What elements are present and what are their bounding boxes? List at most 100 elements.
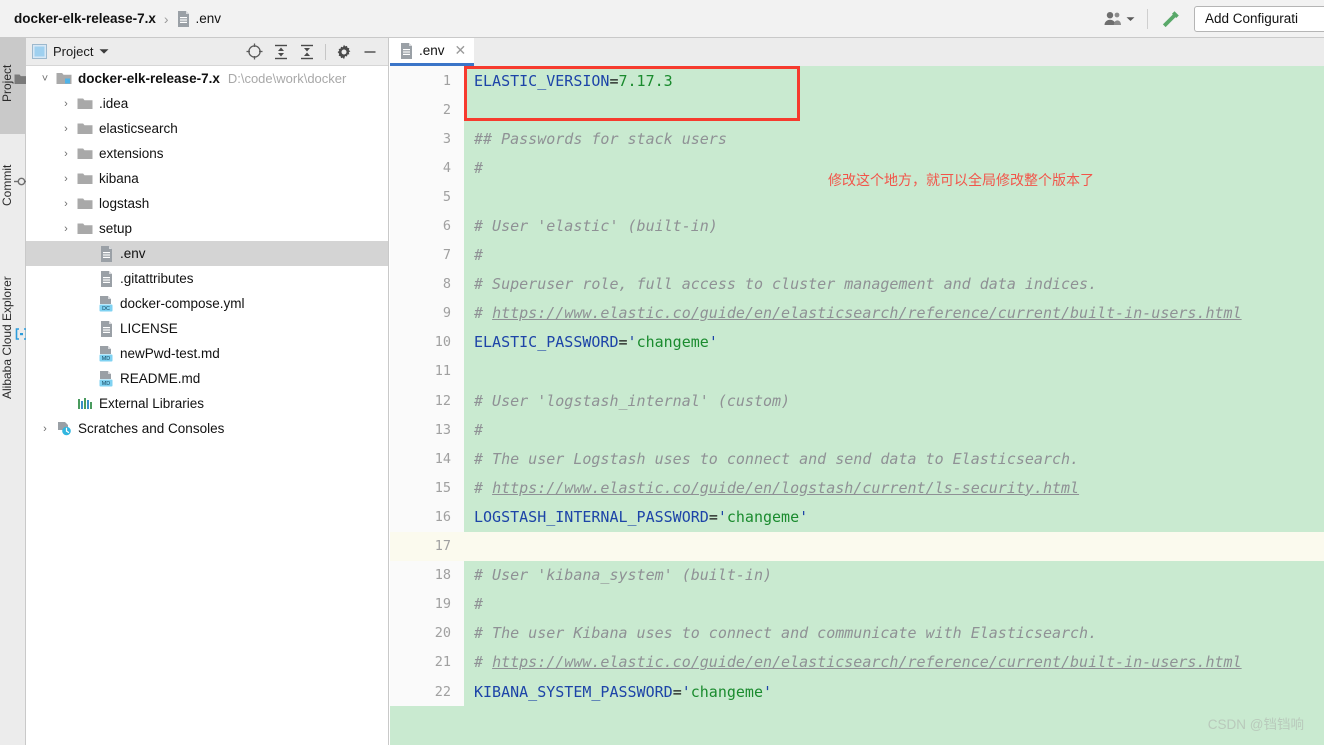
- tree-node-readme-md[interactable]: MD README.md: [26, 366, 388, 391]
- code-line[interactable]: 21 # https://www.elastic.co/guide/en/elas…: [390, 647, 1324, 677]
- code-link[interactable]: https://www.elastic.co/guide/en/elastics…: [492, 653, 1242, 671]
- code-line[interactable]: 18 # User 'kibana_system' (built-in): [390, 560, 1324, 590]
- code-line-text: # https://www.elastic.co/guide/en/elasti…: [464, 299, 1324, 328]
- breadcrumb-project[interactable]: docker-elk-release-7.x: [14, 11, 156, 26]
- tree-node-env[interactable]: .env: [26, 241, 388, 266]
- tree-node-newpwd-test-md[interactable]: MD newPwd-test.md: [26, 341, 388, 366]
- code-token-quo: ': [763, 682, 773, 701]
- code-token-eq: =: [618, 333, 628, 352]
- chevron-down-icon[interactable]: [99, 48, 109, 55]
- code-line[interactable]: 11: [390, 356, 1324, 387]
- tree-node-label: Scratches and Consoles: [78, 421, 225, 436]
- chevron-right-icon[interactable]: ›: [57, 123, 75, 135]
- editor-tab-env[interactable]: .env ✕: [390, 38, 475, 66]
- code-line[interactable]: 1 ELASTIC_VERSION = 7.17.3: [390, 66, 1324, 96]
- code-token-quo: ': [717, 507, 727, 526]
- code-line[interactable]: 16 LOGSTASH_INTERNAL_PASSWORD = ' changeme ': [390, 502, 1324, 532]
- code-token-cm: # The user Logstash uses to connect and …: [474, 449, 1080, 468]
- tree-node-kibana[interactable]: › kibana: [26, 166, 388, 191]
- code-line-text: # User 'kibana_system' (built-in): [464, 561, 1324, 590]
- share-project-button[interactable]: [1102, 8, 1137, 29]
- chevron-right-icon[interactable]: ›: [57, 148, 75, 160]
- code-line[interactable]: 2: [390, 95, 1324, 125]
- tree-node-label: LICENSE: [120, 321, 178, 336]
- line-number: 18: [390, 560, 464, 590]
- tree-node-label: README.md: [120, 371, 201, 386]
- line-number: 10: [390, 327, 464, 357]
- code-line[interactable]: 6 # User 'elastic' (built-in): [390, 211, 1324, 241]
- add-configuration-button[interactable]: Add Configurati: [1194, 5, 1324, 32]
- chevron-right-icon[interactable]: ›: [57, 173, 75, 185]
- code-token-quo: ': [708, 333, 718, 352]
- code-line[interactable]: 10 ELASTIC_PASSWORD = ' changeme ': [390, 327, 1324, 357]
- code-line[interactable]: 22 KIBANA_SYSTEM_PASSWORD = ' changeme ': [390, 676, 1324, 707]
- code-line-text: ELASTIC_VERSION = 7.17.3: [464, 66, 1324, 95]
- tool-tab-commit[interactable]: Commit: [0, 138, 29, 238]
- tool-tab-project[interactable]: Project: [0, 38, 28, 134]
- line-number: 19: [390, 589, 464, 619]
- code-link[interactable]: https://www.elastic.co/guide/en/elastics…: [492, 304, 1242, 322]
- breadcrumb-file[interactable]: .env: [196, 11, 222, 26]
- code-line[interactable]: 13 #: [390, 415, 1324, 445]
- code-line[interactable]: 14 # The user Logstash uses to connect an…: [390, 444, 1324, 474]
- code-token-quo: ': [627, 333, 637, 352]
- annotation-note: 修改这个地方，就可以全局修改整个版本了: [828, 173, 1094, 189]
- tree-node-elasticsearch[interactable]: › elasticsearch: [26, 116, 388, 141]
- tree-node-label: extensions: [99, 146, 164, 161]
- tree-node-logstash[interactable]: › logstash: [26, 191, 388, 216]
- line-number: 16: [390, 502, 464, 532]
- tree-node-path: D:\code\work\docker: [227, 71, 347, 86]
- top-bar: docker-elk-release-7.x › .env Add Config…: [0, 0, 1324, 38]
- chevron-right-icon[interactable]: ›: [57, 198, 75, 210]
- file-icon: [96, 270, 116, 287]
- code-line[interactable]: 19 #: [390, 589, 1324, 619]
- code-line[interactable]: 9 # https://www.elastic.co/guide/en/elast…: [390, 298, 1324, 328]
- chevron-right-icon[interactable]: ›: [36, 423, 54, 435]
- chevron-down-icon[interactable]: ˅: [36, 73, 54, 85]
- tree-node-label: elasticsearch: [99, 121, 178, 136]
- project-tree[interactable]: ˅ docker-elk-release-7.x D:\code\work\dock…: [26, 66, 388, 745]
- tree-node-docker-compose-yml[interactable]: DC docker-compose.yml: [26, 291, 388, 316]
- code-viewport[interactable]: 1 ELASTIC_VERSION = 7.17.3 2 3 ## Passwords fo…: [390, 66, 1324, 745]
- code-line[interactable]: 8 # Superuser role, full access to cluste…: [390, 269, 1324, 299]
- settings-gear-icon[interactable]: [336, 44, 352, 60]
- tool-tab-alibaba-cloud-explorer[interactable]: Alibaba Cloud Explorer: [0, 248, 28, 433]
- line-number: 13: [390, 415, 464, 445]
- chevron-right-icon[interactable]: ›: [57, 223, 75, 235]
- code-line-text: LOGSTASH_INTERNAL_PASSWORD = ' changeme ': [464, 502, 1324, 531]
- tree-node-gitattributes[interactable]: .gitattributes: [26, 266, 388, 291]
- tree-node-scratches-and-consoles[interactable]: › Scratches and Consoles: [26, 416, 388, 441]
- tree-node-idea[interactable]: › .idea: [26, 91, 388, 116]
- folder-icon: [75, 172, 95, 185]
- line-number: 21: [390, 647, 464, 677]
- libraries-icon: [75, 397, 95, 411]
- code-line[interactable]: 15 # https://www.elastic.co/guide/en/logs…: [390, 473, 1324, 503]
- locate-icon[interactable]: [246, 43, 263, 60]
- close-icon[interactable]: ✕: [451, 42, 467, 59]
- code-token-cm: # Superuser role, full access to cluster…: [474, 275, 1098, 294]
- code-line[interactable]: 20 # The user Kibana uses to connect and …: [390, 618, 1324, 648]
- tree-node-license[interactable]: LICENSE: [26, 316, 388, 341]
- code-line[interactable]: 3 ## Passwords for stack users: [390, 124, 1324, 154]
- code-token-cm: # User 'logstash_internal' (custom): [474, 391, 791, 410]
- tree-node-setup[interactable]: › setup: [26, 216, 388, 241]
- tree-node-docker-elk-release-7-x[interactable]: ˅ docker-elk-release-7.x D:\code\work\dock…: [26, 66, 388, 91]
- build-button[interactable]: [1158, 6, 1184, 32]
- code-line[interactable]: 7 #: [390, 240, 1324, 270]
- code-line-text: # The user Logstash uses to connect and …: [464, 444, 1324, 473]
- expand-all-icon[interactable]: [273, 44, 289, 60]
- idea-window: docker-elk-release-7.x › .env Add Config…: [0, 0, 1324, 745]
- collapse-all-icon[interactable]: [299, 44, 315, 60]
- minimize-icon[interactable]: [362, 44, 378, 60]
- code-line[interactable]: 17: [390, 531, 1324, 561]
- scratches-icon: [54, 421, 74, 436]
- tree-node-extensions[interactable]: › extensions: [26, 141, 388, 166]
- code-line-text: # The user Kibana uses to connect and co…: [464, 619, 1324, 648]
- code-token-kw: LOGSTASH_INTERNAL_PASSWORD: [474, 507, 709, 526]
- code-link[interactable]: https://www.elastic.co/guide/en/logstash…: [492, 479, 1079, 497]
- markdown-file-icon: MD: [96, 370, 116, 387]
- code-token-cm: #: [474, 420, 484, 439]
- tree-node-external-libraries[interactable]: External Libraries: [26, 391, 388, 416]
- code-line[interactable]: 12 # User 'logstash_internal' (custom): [390, 386, 1324, 416]
- chevron-right-icon[interactable]: ›: [57, 98, 75, 110]
